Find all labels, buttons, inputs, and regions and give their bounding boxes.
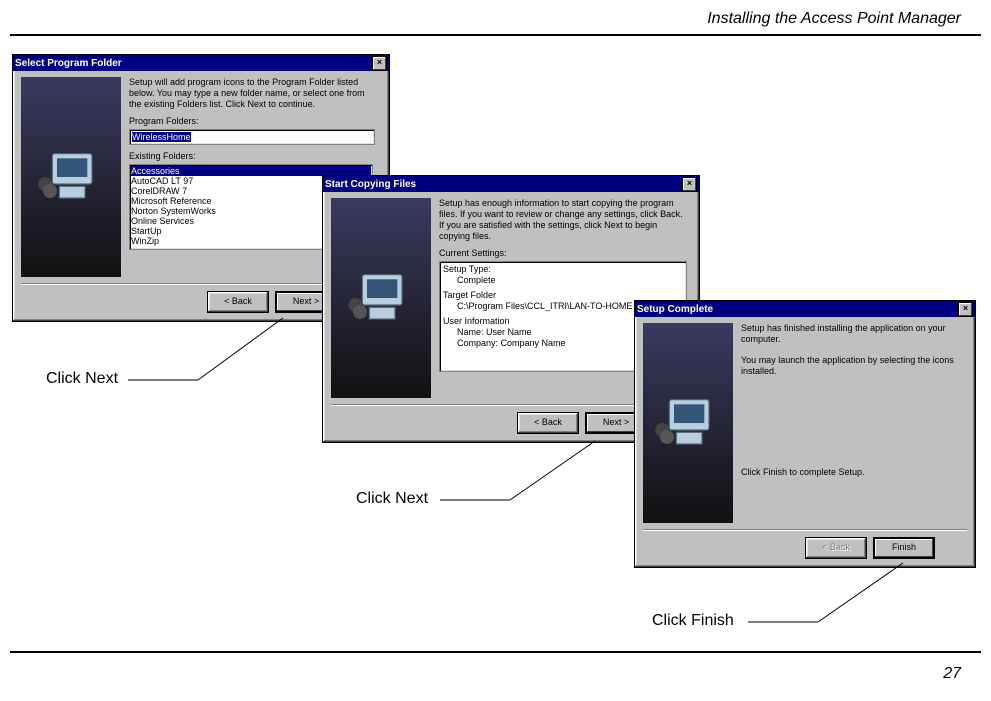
button-row: < Back Finish <box>805 537 945 559</box>
wizard-graphic <box>643 323 733 523</box>
current-settings-label: Current Settings: <box>439 248 689 259</box>
close-icon[interactable]: × <box>372 56 387 71</box>
dialog-setup-complete: Setup Complete × Setup has finished inst… <box>634 300 976 568</box>
setup-type-value: Complete <box>443 275 683 286</box>
setup-type-label: Setup Type: <box>443 264 683 275</box>
leader-line <box>440 438 610 508</box>
wizard-graphic <box>331 198 431 398</box>
page-number: 27 <box>943 665 961 683</box>
complete-line3: Click Finish to complete Setup. <box>741 467 965 478</box>
titlebar: Setup Complete × <box>635 301 975 317</box>
annotation-click-finish: Click Finish <box>652 612 734 630</box>
leader-line <box>748 560 918 630</box>
annotation-click-next-1: Click Next <box>46 370 118 388</box>
separator <box>643 529 967 531</box>
program-folders-value: WirelessHome <box>132 132 191 142</box>
back-button[interactable]: < Back <box>517 412 579 434</box>
page-header: Installing the Access Point Manager <box>707 10 961 28</box>
complete-line2: You may launch the application by select… <box>741 355 961 377</box>
finish-button[interactable]: Finish <box>873 537 935 559</box>
titlebar: Start Copying Files × <box>323 176 699 192</box>
dialog-title: Select Program Folder <box>15 58 122 69</box>
dialog-title: Start Copying Files <box>325 179 416 190</box>
annotation-click-next-2: Click Next <box>356 490 428 508</box>
instructions-text: Setup has enough information to start co… <box>439 198 689 242</box>
close-icon[interactable]: × <box>682 177 697 192</box>
program-folders-input[interactable]: WirelessHome <box>129 129 375 145</box>
complete-line1: Setup has finished installing the applic… <box>741 323 961 345</box>
wizard-graphic <box>21 77 121 277</box>
dialog-title: Setup Complete <box>637 304 713 315</box>
close-icon[interactable]: × <box>958 302 973 317</box>
footer-rule <box>10 651 981 653</box>
back-button: < Back <box>805 537 867 559</box>
existing-folders-label: Existing Folders: <box>129 151 379 162</box>
titlebar: Select Program Folder × <box>13 55 389 71</box>
instructions-text: Setup will add program icons to the Prog… <box>129 77 379 110</box>
program-folders-label: Program Folders: <box>129 116 379 127</box>
header-rule <box>10 34 981 36</box>
leader-line <box>128 315 298 385</box>
back-button[interactable]: < Back <box>207 291 269 313</box>
dialog-content: Setup has finished installing the applic… <box>741 323 965 478</box>
